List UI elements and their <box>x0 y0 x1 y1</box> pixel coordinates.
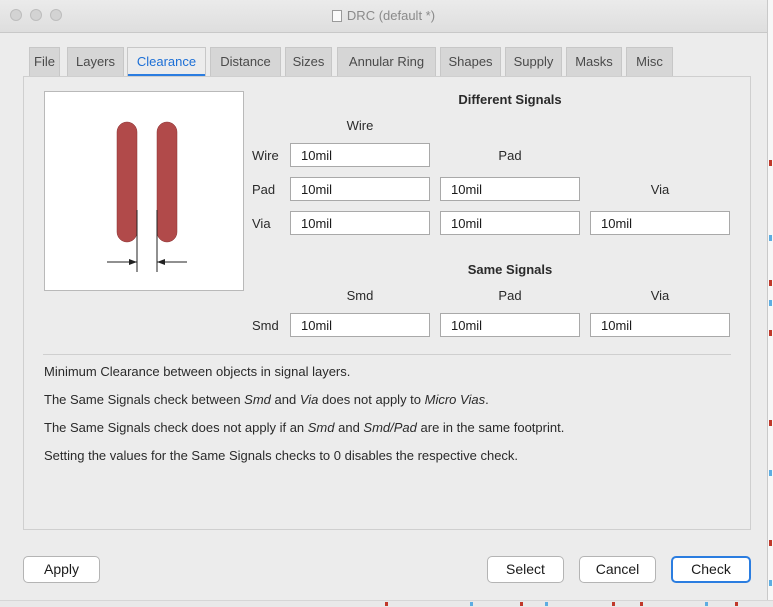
col-header-wire: Wire <box>346 118 374 133</box>
smd-pad-field[interactable] <box>440 313 580 337</box>
pad-wire-field[interactable] <box>290 177 430 201</box>
different-signals-heading: Different Signals <box>458 92 562 107</box>
note-zero-disables: Setting the values for the Same Signals … <box>44 448 519 463</box>
smd-smd-field[interactable] <box>290 313 430 337</box>
tab-shapes[interactable]: Shapes <box>440 47 501 76</box>
tab-layers[interactable]: Layers <box>67 47 124 76</box>
tab-masks[interactable]: Masks <box>566 47 622 76</box>
wire-wire-field[interactable] <box>290 143 430 167</box>
row-label-via: Via <box>252 216 271 231</box>
tab-clearance[interactable]: Clearance <box>127 47 206 77</box>
col-header-via: Via <box>650 182 670 197</box>
col-header-same-via: Via <box>650 288 670 303</box>
arrow-left-icon <box>157 259 165 265</box>
row-label-pad: Pad <box>252 182 276 197</box>
note-micro-vias: The Same Signals check between Smd and V… <box>44 392 489 407</box>
clearance-illustration <box>44 91 244 291</box>
note-same-footprint: The Same Signals check does not apply if… <box>44 420 565 435</box>
divider <box>43 354 731 355</box>
select-button[interactable]: Select <box>487 556 564 583</box>
via-pad-field[interactable] <box>440 211 580 235</box>
trace-left <box>116 121 138 243</box>
apply-button[interactable]: Apply <box>23 556 100 583</box>
tab-sizes[interactable]: Sizes <box>285 47 332 76</box>
drc-dialog: DRC (default *) File Layers Clearance Di… <box>0 0 768 600</box>
tab-supply[interactable]: Supply <box>505 47 562 76</box>
row-label-wire: Wire <box>252 148 279 163</box>
trace-right <box>156 121 178 243</box>
tab-annular-ring[interactable]: Annular Ring <box>337 47 436 76</box>
via-via-field[interactable] <box>590 211 730 235</box>
note-minimum-clearance: Minimum Clearance between objects in sig… <box>44 364 351 379</box>
arrow-right-icon <box>129 259 137 265</box>
pad-pad-field[interactable] <box>440 177 580 201</box>
smd-via-field[interactable] <box>590 313 730 337</box>
same-signals-heading: Same Signals <box>467 262 553 277</box>
cancel-button[interactable]: Cancel <box>579 556 656 583</box>
col-header-pad: Pad <box>498 148 522 163</box>
tab-file[interactable]: File <box>29 47 60 76</box>
document-icon <box>331 10 342 22</box>
check-button[interactable]: Check <box>671 556 751 583</box>
tab-misc[interactable]: Misc <box>626 47 673 76</box>
row-label-smd: Smd <box>252 318 279 333</box>
window-title: DRC (default *) <box>0 8 767 23</box>
title-bar: DRC (default *) <box>0 0 767 33</box>
col-header-same-pad: Pad <box>498 288 522 303</box>
via-wire-field[interactable] <box>290 211 430 235</box>
col-header-smd: Smd <box>346 288 374 303</box>
tab-distance[interactable]: Distance <box>210 47 281 76</box>
clearance-diagram-icon <box>107 121 187 272</box>
